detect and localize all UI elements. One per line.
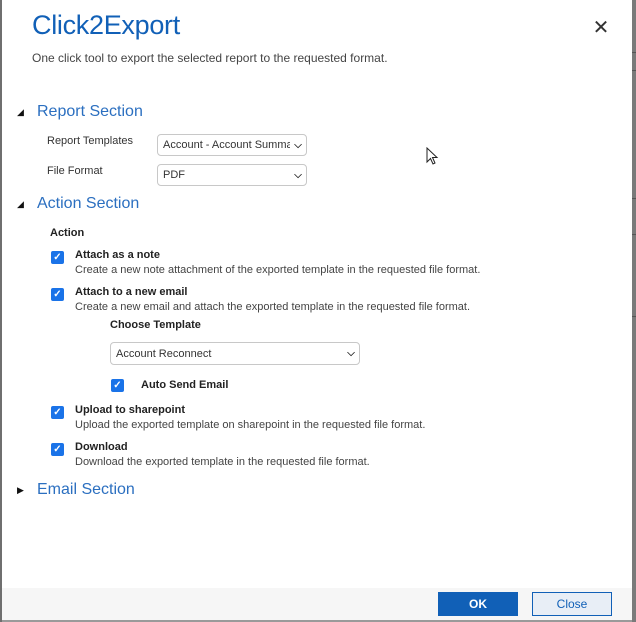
attach-email-desc: Create a new email and attach the export…	[75, 301, 471, 313]
close-button[interactable]: Close	[532, 592, 612, 616]
file-format-select[interactable]: PDF ⌵	[157, 164, 307, 186]
choose-template-value: Account Reconnect	[116, 347, 212, 360]
choose-template-select[interactable]: Account Reconnect ⌵	[110, 342, 360, 365]
action-section-title: Action Section	[37, 195, 140, 212]
backdrop-divider	[632, 234, 636, 235]
backdrop-right	[632, 0, 636, 622]
action-section-header[interactable]: ◢ Action Section	[17, 195, 139, 213]
email-section-header[interactable]: ▶ Email Section	[17, 481, 135, 499]
click2export-dialog: Click2Export One click tool to export th…	[2, 0, 632, 622]
download-checkbox[interactable]: ✓	[51, 443, 64, 456]
upload-sharepoint-title: Upload to sharepoint	[75, 404, 185, 416]
backdrop-divider	[632, 316, 636, 317]
dialog-subtitle: One click tool to export the selected re…	[32, 51, 388, 65]
dialog-footer: OK Close	[2, 588, 632, 620]
mouse-cursor-icon	[426, 147, 439, 165]
backdrop-divider	[632, 70, 636, 71]
upload-sharepoint-checkbox[interactable]: ✓	[51, 406, 64, 419]
download-desc: Download the exported template in the re…	[75, 456, 370, 468]
backdrop-divider	[632, 198, 636, 199]
chevron-down-icon: ⌵	[294, 139, 302, 151]
email-section-title: Email Section	[37, 481, 135, 498]
ok-button[interactable]: OK	[438, 592, 518, 616]
attach-email-checkbox[interactable]: ✓	[51, 288, 64, 301]
dialog-title: Click2Export	[32, 10, 180, 40]
attach-email-title: Attach to a new email	[75, 286, 188, 298]
report-templates-select[interactable]: Account - Account Summary ⌵	[157, 134, 307, 156]
file-format-value: PDF	[163, 169, 185, 181]
report-templates-value: Account - Account Summary	[163, 139, 290, 151]
close-icon[interactable]: ✕	[592, 18, 610, 38]
report-templates-label: Report Templates	[47, 135, 134, 147]
auto-send-email-label: Auto Send Email	[141, 379, 229, 391]
chevron-down-icon: ⌵	[347, 348, 355, 359]
collapse-triangle-icon: ◢	[17, 198, 24, 209]
report-section-title: Report Section	[37, 103, 143, 120]
expand-triangle-icon: ▶	[17, 484, 24, 495]
attach-note-checkbox[interactable]: ✓	[51, 251, 64, 264]
upload-sharepoint-desc: Upload the exported template on sharepoi…	[75, 419, 426, 431]
file-format-label: File Format	[47, 165, 103, 177]
download-title: Download	[75, 441, 128, 453]
attach-note-desc: Create a new note attachment of the expo…	[75, 264, 481, 276]
backdrop-divider	[632, 52, 636, 53]
choose-template-label: Choose Template	[110, 319, 201, 331]
collapse-triangle-icon: ◢	[17, 106, 24, 117]
chevron-down-icon: ⌵	[294, 169, 302, 181]
report-section-header[interactable]: ◢ Report Section	[17, 103, 143, 121]
auto-send-email-checkbox[interactable]: ✓	[111, 379, 124, 392]
attach-note-title: Attach as a note	[75, 249, 160, 261]
action-label: Action	[50, 227, 85, 239]
